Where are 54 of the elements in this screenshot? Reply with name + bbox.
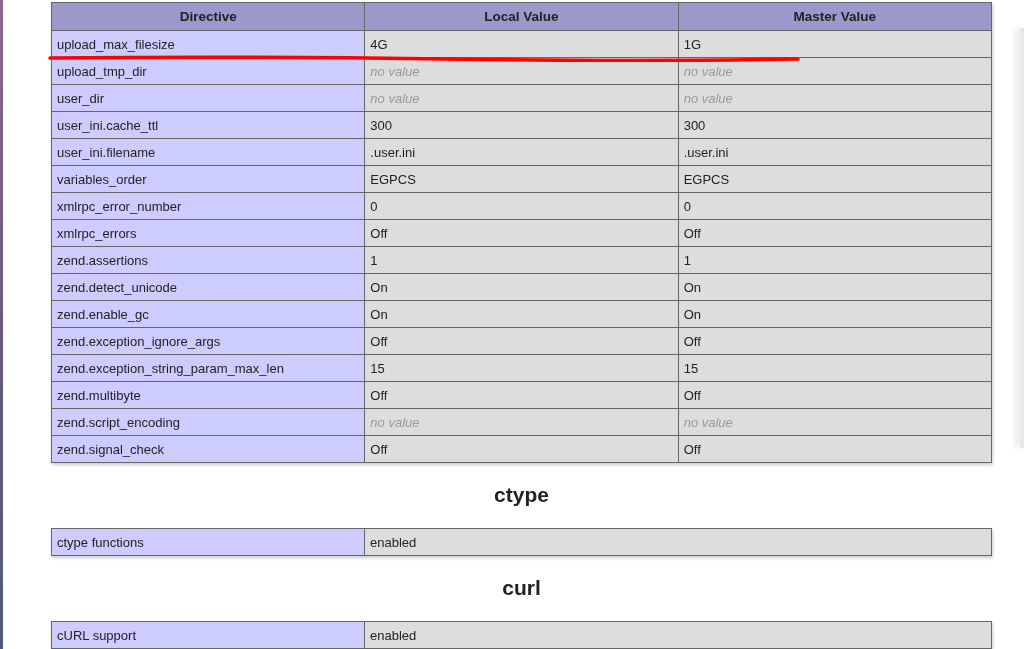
value-cell: Off — [364, 435, 679, 463]
value-cell: 1G — [678, 30, 992, 58]
value-cell: On — [678, 273, 992, 301]
value-cell: Off — [678, 327, 992, 355]
value-cell: On — [364, 300, 679, 328]
value-cell: enabled — [364, 528, 992, 556]
column-header: Master Value — [678, 2, 992, 31]
value-cell: enabled — [364, 621, 992, 649]
directive-cell: user_ini.cache_ttl — [51, 111, 365, 139]
value-cell: EGPCS — [678, 165, 992, 193]
directive-cell: upload_tmp_dir — [51, 57, 365, 85]
value-cell: 4G — [364, 30, 679, 58]
directive-cell: user_ini.filename — [51, 138, 365, 166]
no-value-cell: no value — [678, 84, 992, 112]
value-cell: On — [364, 273, 679, 301]
directive-cell: zend.signal_check — [51, 435, 365, 463]
directive-cell: xmlrpc_error_number — [51, 192, 365, 220]
value-cell: Off — [678, 381, 992, 409]
directive-cell: xmlrpc_errors — [51, 219, 365, 247]
directive-cell: zend.enable_gc — [51, 300, 365, 328]
no-value-cell: no value — [364, 408, 679, 436]
value-cell: 15 — [364, 354, 679, 382]
value-cell: Off — [678, 219, 992, 247]
directive-cell: zend.multibyte — [51, 381, 365, 409]
directive-cell: cURL support — [51, 621, 365, 649]
value-cell: EGPCS — [364, 165, 679, 193]
column-header: Directive — [51, 2, 365, 31]
directive-cell: zend.script_encoding — [51, 408, 365, 436]
directive-cell: zend.assertions — [51, 246, 365, 274]
value-cell: Off — [678, 435, 992, 463]
directive-cell: variables_order — [51, 165, 365, 193]
directive-cell: user_dir — [51, 84, 365, 112]
value-cell: .user.ini — [678, 138, 992, 166]
value-cell: 1 — [364, 246, 679, 274]
column-header: Local Value — [364, 2, 679, 31]
value-cell: 15 — [678, 354, 992, 382]
value-cell: Off — [364, 327, 679, 355]
section-title: ctype — [493, 483, 550, 507]
section-title: curl — [501, 576, 542, 600]
value-cell: 1 — [678, 246, 992, 274]
value-cell: Off — [364, 381, 679, 409]
value-cell: 0 — [364, 192, 679, 220]
directive-cell: zend.exception_string_param_max_len — [51, 354, 365, 382]
value-cell: 300 — [364, 111, 679, 139]
value-cell: 300 — [678, 111, 992, 139]
value-cell: 0 — [678, 192, 992, 220]
value-cell: .user.ini — [364, 138, 679, 166]
directive-cell: zend.detect_unicode — [51, 273, 365, 301]
no-value-cell: no value — [678, 408, 992, 436]
directive-cell: zend.exception_ignore_args — [51, 327, 365, 355]
no-value-cell: no value — [364, 84, 679, 112]
value-cell: Off — [364, 219, 679, 247]
directive-cell: ctype functions — [51, 528, 365, 556]
value-cell: On — [678, 300, 992, 328]
